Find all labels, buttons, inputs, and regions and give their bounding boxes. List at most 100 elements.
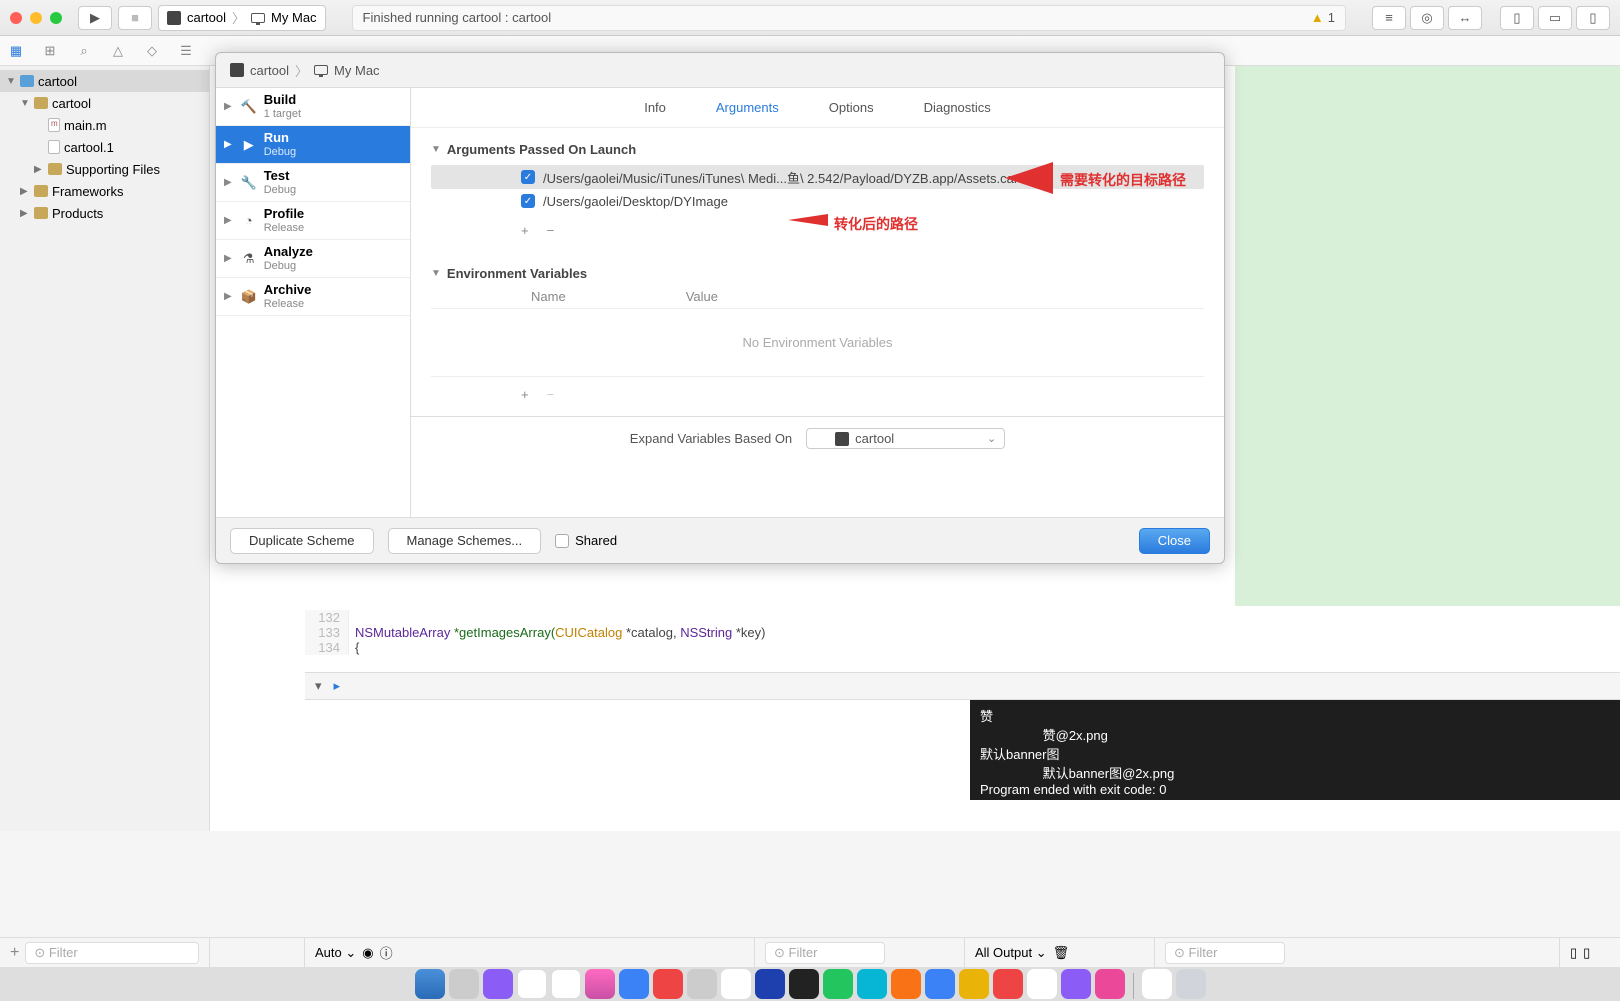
nav-project-root[interactable]: ▼ cartool (0, 70, 209, 92)
panel-left-icon[interactable]: ▯ (1570, 945, 1577, 961)
tab-arguments[interactable]: Arguments (716, 100, 779, 115)
tab-diagnostics[interactable]: Diagnostics (924, 100, 991, 115)
argument-row-2[interactable]: ✓ /Users/gaolei/Desktop/DYImage (431, 189, 1204, 213)
add-button[interactable]: + (521, 387, 529, 402)
close-window-button[interactable] (10, 12, 22, 24)
shared-checkbox[interactable]: Shared (555, 533, 617, 548)
expand-target-popup[interactable]: cartool (806, 428, 1005, 449)
checkbox-checked-icon[interactable]: ✓ (521, 170, 535, 184)
manage-schemes-button[interactable]: Manage Schemes... (388, 528, 542, 554)
variables-view[interactable] (305, 700, 970, 800)
dock-appstore-icon[interactable] (619, 969, 649, 999)
project-navigator-icon[interactable]: ▦ (8, 43, 24, 59)
scheme-action-test[interactable]: ▶ 🔧 TestDebug (216, 164, 410, 202)
dock-finder-icon[interactable] (415, 969, 445, 999)
arguments-header[interactable]: ▼ Arguments Passed On Launch (431, 142, 1204, 157)
disclosure-icon[interactable]: ▶ (224, 101, 232, 112)
disclosure-icon[interactable]: ▶ (224, 215, 232, 226)
dock-app-icon[interactable] (857, 969, 887, 999)
tab-info[interactable]: Info (644, 100, 666, 115)
breakpoint-flag-icon[interactable]: ▸ (334, 678, 341, 694)
dock-app-icon[interactable] (1027, 969, 1057, 999)
disclosure-icon[interactable]: ▶ (20, 186, 30, 197)
dock-chrome-icon[interactable] (517, 969, 547, 999)
debug-view-toggle[interactable]: ▾ (315, 678, 322, 694)
panel-right-button[interactable]: ▯ (1576, 6, 1610, 30)
nav-group-supporting[interactable]: ▶ Supporting Files (0, 158, 209, 180)
dock-xcode-icon[interactable] (755, 969, 785, 999)
trash-icon[interactable]: 🗑 (1053, 945, 1070, 961)
dock-app-icon[interactable] (449, 969, 479, 999)
info-icon[interactable]: ⓘ (380, 943, 393, 962)
tab-options[interactable]: Options (829, 100, 874, 115)
argument-text[interactable]: /Users/gaolei/Music/iTunes/iTunes\ Medi.… (543, 168, 1018, 187)
dock-terminal-icon[interactable] (789, 969, 819, 999)
scheme-selector[interactable]: cartool 〉 My Mac (158, 5, 326, 31)
nav-file-main[interactable]: main.m (0, 114, 209, 136)
dock-app-icon[interactable] (653, 969, 683, 999)
disclosure-icon[interactable]: ▶ (224, 253, 232, 264)
all-output-popup[interactable]: All Output ⌄ (975, 945, 1047, 961)
nav-file-cartool1[interactable]: cartool.1 (0, 136, 209, 158)
scheme-action-archive[interactable]: ▶ 📦 ArchiveRelease (216, 278, 410, 316)
run-button[interactable]: ▶ (78, 6, 112, 30)
dock-app-icon[interactable] (891, 969, 921, 999)
quicklook-icon[interactable]: ◉ (362, 945, 373, 961)
panel-left-button[interactable]: ▯ (1500, 6, 1534, 30)
navigator-filter-input[interactable]: ⊙ Filter (25, 942, 199, 964)
disclosure-icon[interactable]: ▼ (6, 76, 16, 87)
disclosure-icon[interactable]: ▶ (224, 177, 232, 188)
debug-navigator-icon[interactable]: ☰ (178, 43, 194, 59)
disclosure-icon[interactable]: ▼ (20, 98, 30, 109)
close-button[interactable]: Close (1139, 528, 1210, 554)
scheme-action-analyze[interactable]: ▶ ⚗ AnalyzeDebug (216, 240, 410, 278)
warning-indicator[interactable]: ▲ 1 (1311, 10, 1335, 25)
env-header[interactable]: ▼ Environment Variables (431, 266, 1204, 281)
test-navigator-icon[interactable]: ◇ (144, 43, 160, 59)
disclosure-icon[interactable]: ▶ (34, 164, 44, 175)
scheme-action-run[interactable]: ▶ ▶ RunDebug (216, 126, 410, 164)
dock-app-icon[interactable] (925, 969, 955, 999)
add-button[interactable]: + (10, 944, 19, 962)
disclosure-icon[interactable]: ▶ (224, 139, 232, 150)
duplicate-scheme-button[interactable]: Duplicate Scheme (230, 528, 374, 554)
nav-group-cartool[interactable]: ▼ cartool (0, 92, 209, 114)
disclosure-icon[interactable]: ▶ (224, 291, 232, 302)
zoom-window-button[interactable] (50, 12, 62, 24)
dock-app-icon[interactable] (687, 969, 717, 999)
symbol-navigator-icon[interactable]: ⊞ (42, 43, 58, 59)
dock-wechat-icon[interactable] (823, 969, 853, 999)
dock-trash-icon[interactable] (1176, 969, 1206, 999)
nav-group-products[interactable]: ▶ Products (0, 202, 209, 224)
disclosure-icon[interactable]: ▼ (431, 268, 441, 279)
nav-group-frameworks[interactable]: ▶ Frameworks (0, 180, 209, 202)
panel-right-icon[interactable]: ▯ (1583, 945, 1590, 961)
panel-bottom-button[interactable]: ▭ (1538, 6, 1572, 30)
dock-app-icon[interactable] (483, 969, 513, 999)
minimize-window-button[interactable] (30, 12, 42, 24)
console-filter-input[interactable]: ⊙ Filter (1165, 942, 1285, 964)
checkbox-checked-icon[interactable]: ✓ (521, 194, 535, 208)
dock-app-icon[interactable] (1095, 969, 1125, 999)
code-editor-strip[interactable]: 132 133 NSMutableArray *getImagesArray(C… (305, 610, 1620, 670)
argument-text[interactable]: /Users/gaolei/Desktop/DYImage (543, 194, 728, 209)
scheme-action-profile[interactable]: ▶ ◔ ProfileRelease (216, 202, 410, 240)
remove-button[interactable]: − (547, 223, 555, 238)
issue-navigator-icon[interactable]: △ (110, 43, 126, 59)
scheme-action-build[interactable]: ▶ 🔨 Build1 target (216, 88, 410, 126)
disclosure-icon[interactable]: ▶ (20, 208, 30, 219)
dock-app-icon[interactable] (1142, 969, 1172, 999)
checkbox-icon[interactable] (555, 534, 569, 548)
add-button[interactable]: + (521, 223, 529, 238)
stop-button[interactable]: ■ (118, 6, 152, 30)
dock-calendar-icon[interactable] (551, 969, 581, 999)
dock-itunes-icon[interactable] (585, 969, 615, 999)
disclosure-icon[interactable]: ▼ (431, 144, 441, 155)
auto-popup[interactable]: Auto ⌄ (315, 945, 356, 961)
editor-version-button[interactable]: ↔ (1448, 6, 1482, 30)
dock-app-icon[interactable] (1061, 969, 1091, 999)
sheet-breadcrumb[interactable]: cartool 〉 My Mac (230, 61, 380, 80)
dock-app-icon[interactable] (993, 969, 1023, 999)
dock-qq-icon[interactable] (721, 969, 751, 999)
console-output[interactable]: 赞 赞@2x.png 默认banner图 默认banner图@2x.png Pr… (970, 700, 1620, 800)
